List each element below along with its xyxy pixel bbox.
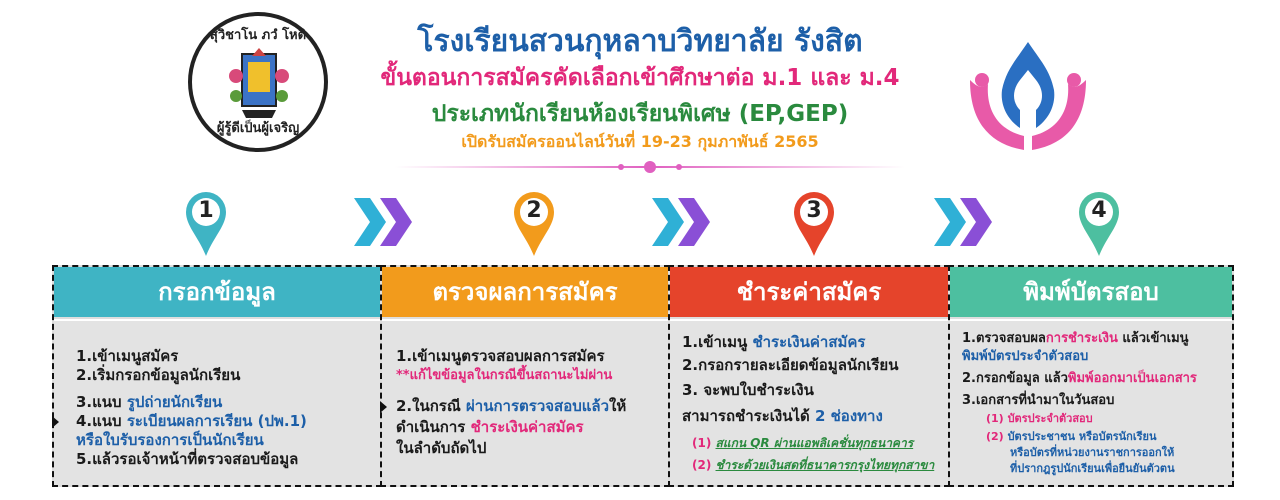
- step-4-title: พิมพ์บัตรสอบ: [950, 267, 1232, 317]
- list-item: 2.ในกรณี ผ่านการตรวจสอบแล้วให้: [396, 397, 627, 415]
- school-name-title: โรงเรียนสวนกุหลาบวิทยาลัย รังสิต: [417, 24, 863, 59]
- step-1-title: กรอกข้อมูล: [54, 267, 380, 317]
- document-item: ที่ปรากฎรูปนักเรียนเพื่อยืนยันตัวตน: [1010, 462, 1175, 475]
- bullet-marker-icon: [52, 416, 59, 428]
- bullet-marker-icon: [380, 401, 387, 413]
- seal-motto-top: สุวิชาโน ภวํ โหติ: [209, 28, 307, 43]
- application-dates: เปิดรับสมัครออนไลน์วันที่ 19-23 กุมภาพัน…: [461, 132, 819, 151]
- chevron-right-icon: [934, 198, 992, 246]
- list-item: 4.แนบ ระเบียนผลการเรียน (ปพ.1): [76, 412, 307, 430]
- step-4-number: 4: [1091, 198, 1107, 223]
- step-1-number: 1: [198, 198, 214, 223]
- program-title: ประเภทนักเรียนห้องเรียนพิเศษ (EP,GEP): [431, 101, 849, 127]
- note-text: **แก้ไขข้อมูลในกรณีขึ้นสถานะไม่ผ่าน: [396, 368, 613, 383]
- list-item: 3.แนบ รูปถ่ายนักเรียน: [76, 393, 223, 411]
- step-2-title: ตรวจผลการสมัคร: [382, 267, 668, 317]
- step-3-body: 1.เข้าเมนู ชำระเงินค่าสมัคร 2.กรอกรายละเ…: [670, 319, 948, 485]
- list-item: 3. จะพบใบชำระเงิน: [682, 381, 814, 399]
- list-item: ในลำดับถัดไป: [396, 439, 487, 457]
- list-item: 2.กรอกรายละเอียดข้อมูลนักเรียน: [682, 356, 899, 374]
- step-1-card: กรอกข้อมูล 1.เข้าเมนูสมัคร 2.เริ่มกรอกข้…: [52, 265, 382, 487]
- document-item: หรือบัตรที่หน่วยงานราชการออกให้: [1010, 446, 1175, 459]
- list-item: 2.เริ่มกรอกข้อมูลนักเรียน: [76, 366, 241, 384]
- step-2-number: 2: [526, 198, 542, 223]
- list-item: 2.กรอกข้อมูล แล้วพิมพ์ออกมาเป็นเอกสาร: [962, 371, 1197, 386]
- list-item: 1.เข้าเมนู ชำระเงินค่าสมัคร: [682, 333, 866, 351]
- step-2-card: ตรวจผลการสมัคร 1.เข้าเมนูตรวจสอบผลการสมั…: [380, 265, 670, 487]
- school-emblem-logo: [970, 42, 1086, 150]
- step-2-pin-icon: 2: [514, 192, 554, 262]
- step-4-card: พิมพ์บัตรสอบ 1.ตรวจสอบผลการชำระเงิน แล้ว…: [948, 265, 1234, 487]
- payment-option: (2) ชำระด้วยเงินสดที่ธนาคารกรุงไทยทุกสาข…: [692, 458, 935, 472]
- list-item: 3.เอกสารที่นำมาในวันสอบ: [962, 393, 1115, 408]
- step-2-body: 1.เข้าเมนูตรวจสอบผลการสมัคร **แก้ไขข้อมู…: [380, 319, 668, 485]
- seal-emblem-icon: [229, 48, 289, 118]
- list-item: 5.แล้วรอเจ้าหน้าที่ตรวจสอบข้อมูล: [76, 450, 299, 468]
- step-3-pin-icon: 3: [794, 192, 834, 262]
- subtitle: ขั้นตอนการสมัครคัดเลือกเข้าศึกษาต่อ ม.1 …: [380, 65, 900, 91]
- step-3-number: 3: [806, 198, 822, 223]
- list-item: ดำเนินการ ชำระเงินค่าสมัคร: [396, 418, 584, 436]
- list-item: สามารถชำระเงินได้ 2 ช่องทาง: [682, 407, 883, 425]
- document-item: (2) บัตรประชาชน หรือบัตรนักเรียน: [986, 430, 1157, 443]
- step-4-pin-icon: 4: [1079, 192, 1119, 262]
- list-item: พิมพ์บัตรประจำตัวสอบ: [962, 349, 1089, 364]
- payment-option: (1) สแกน QR ผ่านแอพลิเคชั่นทุกธนาคาร: [692, 436, 914, 450]
- decorative-divider: [395, 161, 905, 173]
- step-4-body: 1.ตรวจสอบผลการชำระเงิน แล้วเข้าเมนู พิมพ…: [950, 319, 1232, 485]
- step-3-card: ชำระค่าสมัคร 1.เข้าเมนู ชำระเงินค่าสมัคร…: [668, 265, 950, 487]
- chevron-right-icon: [354, 198, 412, 246]
- list-item: 1.เข้าเมนูสมัคร: [76, 347, 179, 365]
- seal-motto-bottom: ผู้รู้ดีเป็นผู้เจริญ: [216, 121, 300, 136]
- document-item: (1) บัตรประจำตัวสอบ: [986, 412, 1093, 425]
- step-1-body: 1.เข้าเมนูสมัคร 2.เริ่มกรอกข้อมูลนักเรีย…: [52, 319, 380, 485]
- step-3-title: ชำระค่าสมัคร: [670, 267, 948, 317]
- list-item: 1.ตรวจสอบผลการชำระเงิน แล้วเข้าเมนู: [962, 331, 1189, 346]
- list-item: หรือใบรับรองการเป็นนักเรียน: [76, 431, 264, 449]
- school-seal-logo: สุวิชาโน ภวํ โหติ ผู้รู้ดีเป็นผู้เจริญ: [188, 12, 328, 152]
- chevron-right-icon: [652, 198, 710, 246]
- step-1-pin-icon: 1: [186, 192, 226, 262]
- list-item: 1.เข้าเมนูตรวจสอบผลการสมัคร: [396, 347, 605, 365]
